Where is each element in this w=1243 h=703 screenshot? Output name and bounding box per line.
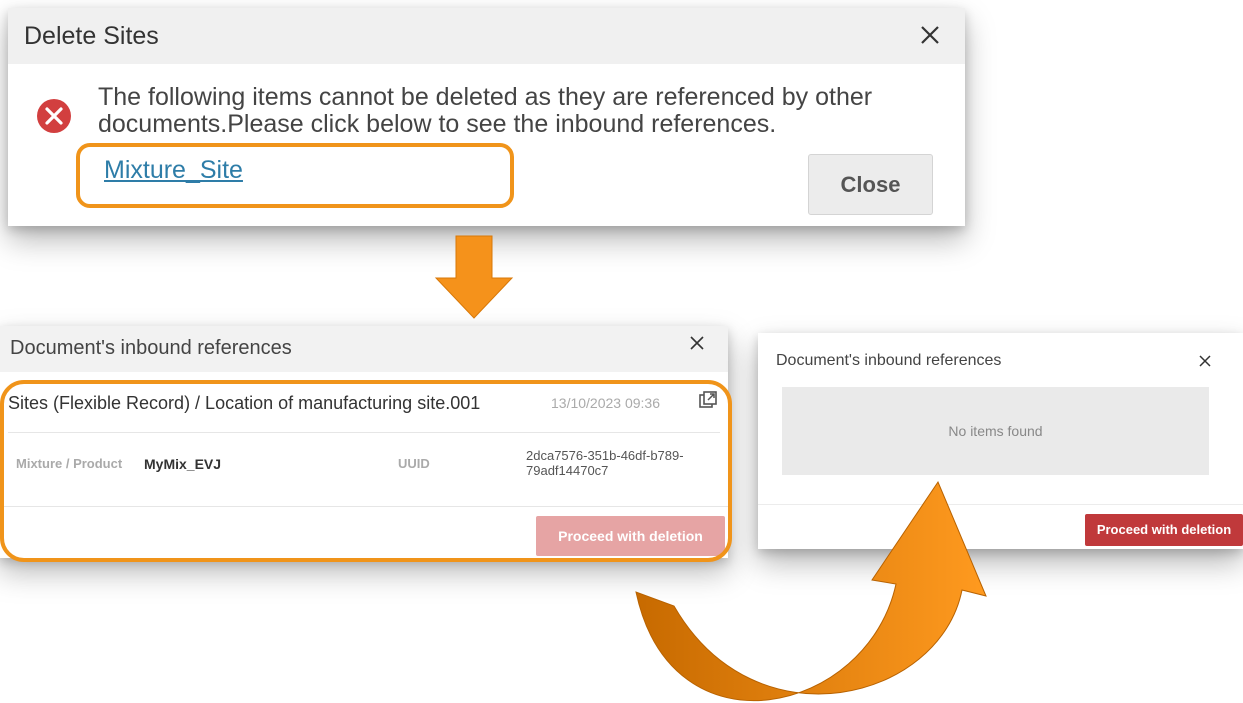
empty-state: No items found bbox=[782, 387, 1209, 475]
empty-references-dialog: Document's inbound references No items f… bbox=[758, 333, 1243, 549]
error-icon bbox=[37, 99, 71, 133]
footer-divider bbox=[758, 504, 1243, 505]
dialog-header: Delete Sites bbox=[8, 8, 965, 64]
close-icon[interactable] bbox=[1199, 355, 1211, 367]
link-highlight bbox=[76, 143, 514, 208]
dialog-title: Delete Sites bbox=[24, 22, 159, 50]
close-button[interactable]: Close bbox=[808, 154, 933, 215]
dialog-title: Document's inbound references bbox=[10, 337, 292, 359]
dialog-header: Document's inbound references bbox=[0, 326, 728, 372]
dialog-title: Document's inbound references bbox=[776, 352, 1002, 369]
empty-text: No items found bbox=[948, 423, 1043, 439]
close-icon[interactable] bbox=[690, 336, 704, 350]
close-icon[interactable] bbox=[919, 24, 941, 46]
error-message: The following items cannot be deleted as… bbox=[98, 83, 873, 138]
down-arrow bbox=[434, 235, 514, 319]
proceed-with-deletion-button[interactable]: Proceed with deletion bbox=[1085, 514, 1243, 546]
panel-highlight bbox=[0, 380, 732, 562]
